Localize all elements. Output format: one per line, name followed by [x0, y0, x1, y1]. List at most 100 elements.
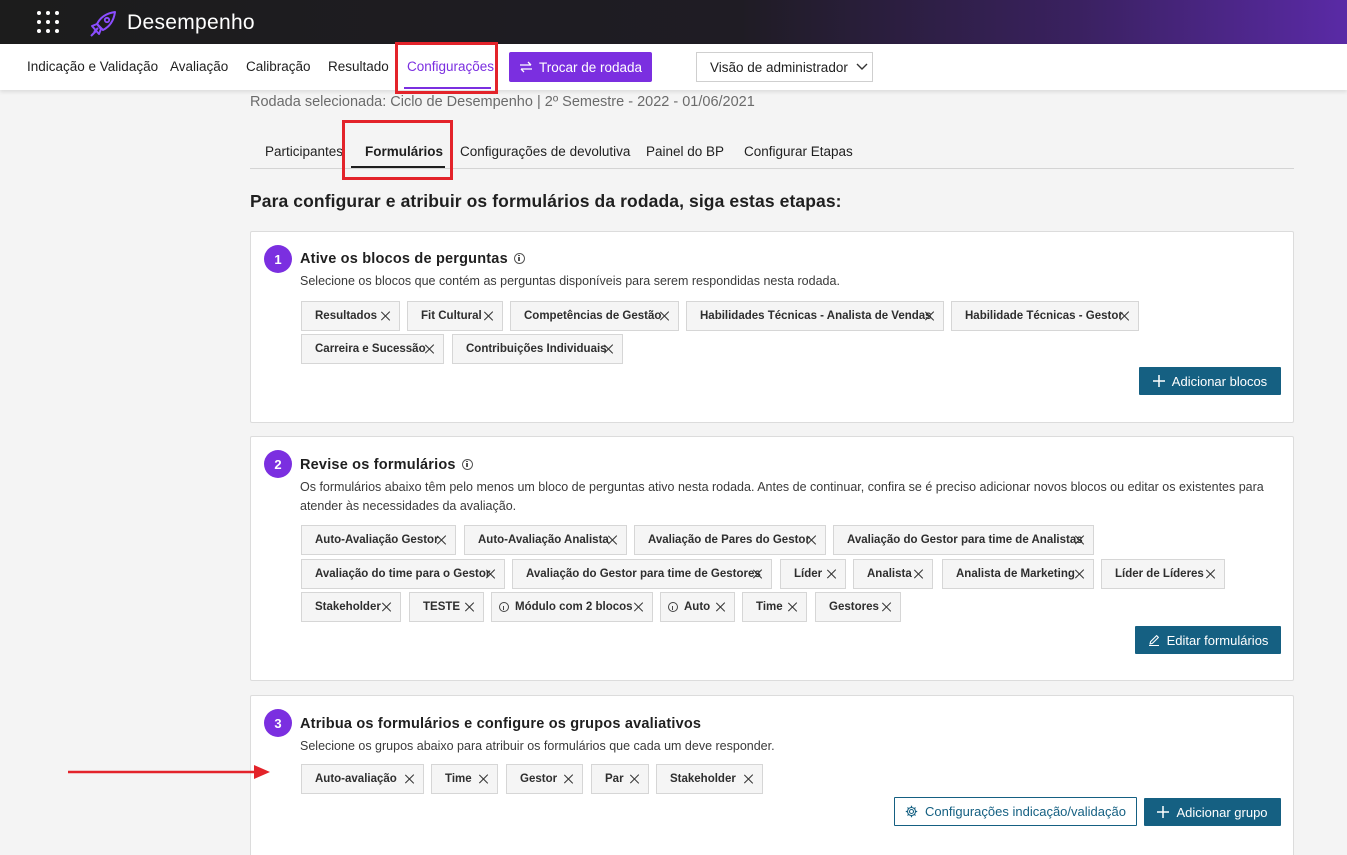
form-chip: Auto: [660, 592, 735, 622]
tab-painel-bp[interactable]: Painel do BP: [646, 144, 724, 159]
chip-label: Contribuições Individuais: [466, 343, 607, 355]
close-icon[interactable]: [913, 569, 923, 579]
close-icon[interactable]: [607, 535, 617, 545]
form-chip: Auto-Avaliação Analista: [464, 525, 627, 555]
form-chip: Avaliação do Gestor para time de Analist…: [833, 525, 1094, 555]
close-icon[interactable]: [424, 344, 434, 354]
close-icon[interactable]: [826, 569, 836, 579]
close-icon[interactable]: [743, 774, 753, 784]
edit-forms-label: Editar formulários: [1166, 632, 1269, 648]
close-icon[interactable]: [806, 535, 816, 545]
switch-round-button[interactable]: Trocar de rodada: [509, 52, 652, 82]
indication-settings-button[interactable]: Configurações indicação/validação: [894, 797, 1137, 826]
tab-participantes[interactable]: Participantes: [265, 144, 343, 159]
step-2-title-text: Revise os formulários: [300, 457, 456, 473]
page-heading: Para configurar e atribuir os formulário…: [250, 191, 842, 211]
close-icon[interactable]: [752, 569, 762, 579]
close-icon[interactable]: [881, 602, 891, 612]
edit-forms-button[interactable]: Editar formulários: [1135, 626, 1281, 654]
nav-item-calibracao[interactable]: Calibração: [246, 59, 311, 74]
close-icon[interactable]: [381, 602, 391, 612]
tab-configuracoes-devolutiva[interactable]: Configurações de devolutiva: [460, 144, 630, 159]
admin-view-value: Visão de administrador: [710, 59, 848, 75]
block-chip: Competências de Gestão: [510, 301, 679, 331]
step-3-card: 3 Atribua os formulários e configure os …: [250, 695, 1294, 855]
chip-label: Auto: [684, 601, 711, 613]
close-icon[interactable]: [436, 535, 446, 545]
chip-label: TESTE: [423, 601, 461, 613]
chip-label: Time: [756, 601, 783, 613]
info-icon[interactable]: [461, 458, 473, 470]
highlight-configuracoes: [395, 42, 498, 94]
block-chip: Carreira e Sucessão: [301, 334, 444, 364]
step-3-badge: 3: [264, 709, 292, 737]
apps-grid-icon[interactable]: [37, 11, 59, 33]
form-chip: Líder: [780, 559, 846, 589]
chip-label: Avaliação do Gestor para time de Gestore…: [526, 568, 761, 580]
nav-item-avaliacao[interactable]: Avaliação: [170, 59, 228, 74]
main-nav: Indicação e Validação Avaliação Calibraç…: [0, 44, 1347, 90]
step-1-description: Selecione os blocos que contém as pergun…: [300, 274, 840, 288]
chip-label: Habilidade Técnicas - Gestor: [965, 310, 1123, 322]
info-icon[interactable]: [668, 602, 678, 612]
selected-round-info: Rodada selecionada: Ciclo de Desempenho …: [250, 94, 755, 110]
close-icon[interactable]: [464, 602, 474, 612]
highlight-formularios: [342, 120, 453, 180]
plus-icon: [1152, 375, 1165, 387]
form-chip: Auto-Avaliação Gestor: [301, 525, 456, 555]
chip-label: Módulo com 2 blocos: [515, 601, 633, 613]
close-icon[interactable]: [478, 774, 488, 784]
group-chip: Stakeholder: [656, 764, 763, 794]
switch-round-label: Trocar de rodada: [538, 59, 643, 75]
chip-label: Stakeholder: [315, 601, 381, 613]
close-icon[interactable]: [483, 311, 493, 321]
close-icon[interactable]: [659, 311, 669, 321]
chip-label: Competências de Gestão: [524, 310, 662, 322]
add-group-button[interactable]: Adicionar grupo: [1144, 798, 1281, 826]
group-chip: Par: [591, 764, 649, 794]
info-icon[interactable]: [499, 602, 509, 612]
form-chip: Avaliação do Gestor para time de Gestore…: [512, 559, 772, 589]
pencil-icon: [1148, 635, 1159, 646]
close-icon[interactable]: [1074, 535, 1084, 545]
close-icon[interactable]: [404, 774, 414, 784]
close-icon[interactable]: [629, 774, 639, 784]
chip-label: Auto-Avaliação Analista: [478, 534, 609, 546]
chip-label: Habilidades Técnicas - Analista de Venda…: [700, 310, 932, 322]
tab-configurar-etapas[interactable]: Configurar Etapas: [744, 144, 853, 159]
step-1-title: Ative os blocos de perguntas: [300, 251, 525, 267]
info-icon[interactable]: [513, 252, 525, 264]
form-chip: Avaliação do time para o Gestor: [301, 559, 505, 589]
close-icon[interactable]: [787, 602, 797, 612]
close-icon[interactable]: [380, 311, 390, 321]
close-icon[interactable]: [563, 774, 573, 784]
step-3-description: Selecione os grupos abaixo para atribuir…: [300, 739, 775, 753]
chip-label: Resultados: [315, 310, 377, 322]
close-icon[interactable]: [633, 602, 643, 612]
admin-view-select[interactable]: Visão de administrador: [696, 52, 873, 82]
step-1-card: 1 Ative os blocos de perguntas Selecione…: [250, 231, 1294, 423]
nav-item-resultado[interactable]: Resultado: [328, 59, 389, 74]
chip-label: Líder: [794, 568, 823, 580]
top-bar: Desempenho: [0, 0, 1347, 44]
add-blocks-button[interactable]: Adicionar blocos: [1139, 367, 1281, 395]
chevron-down-icon: [856, 63, 868, 70]
step-1-badge: 1: [264, 245, 292, 273]
add-group-label: Adicionar grupo: [1176, 804, 1268, 820]
block-chip: Resultados: [301, 301, 400, 331]
close-icon[interactable]: [1119, 311, 1129, 321]
form-chip: Analista: [853, 559, 933, 589]
app-title: Desempenho: [127, 11, 255, 34]
close-icon[interactable]: [603, 344, 613, 354]
nav-item-indicacao[interactable]: Indicação e Validação: [27, 59, 158, 74]
close-icon[interactable]: [485, 569, 495, 579]
close-icon[interactable]: [1205, 569, 1215, 579]
group-chip: Auto-avaliação: [301, 764, 424, 794]
step-1-title-text: Ative os blocos de perguntas: [300, 251, 508, 267]
close-icon[interactable]: [715, 602, 725, 612]
close-icon[interactable]: [1074, 569, 1084, 579]
block-chip: Contribuições Individuais: [452, 334, 623, 364]
plus-icon: [1157, 806, 1170, 818]
swap-arrows-icon: [519, 61, 532, 73]
close-icon[interactable]: [924, 311, 934, 321]
